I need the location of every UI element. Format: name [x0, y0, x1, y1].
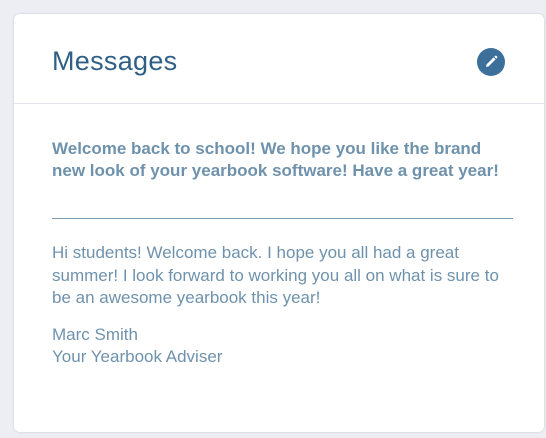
- messages-card: Messages Welcome back to school! We hope…: [14, 14, 544, 432]
- card-header: Messages: [14, 14, 544, 104]
- pencil-icon: [486, 55, 498, 67]
- message-content: Welcome back to school! We hope you like…: [52, 138, 514, 368]
- signature: Marc Smith Your Yearbook Adviser: [52, 324, 514, 368]
- divider: [52, 218, 513, 219]
- message-headline: Welcome back to school! We hope you like…: [52, 139, 499, 180]
- signature-name: Marc Smith: [52, 324, 138, 344]
- edit-message-button[interactable]: [477, 48, 505, 76]
- message-body: Hi students! Welcome back. I hope you al…: [52, 243, 499, 307]
- card-title: Messages: [52, 46, 178, 76]
- signature-role: Your Yearbook Adviser: [52, 346, 223, 366]
